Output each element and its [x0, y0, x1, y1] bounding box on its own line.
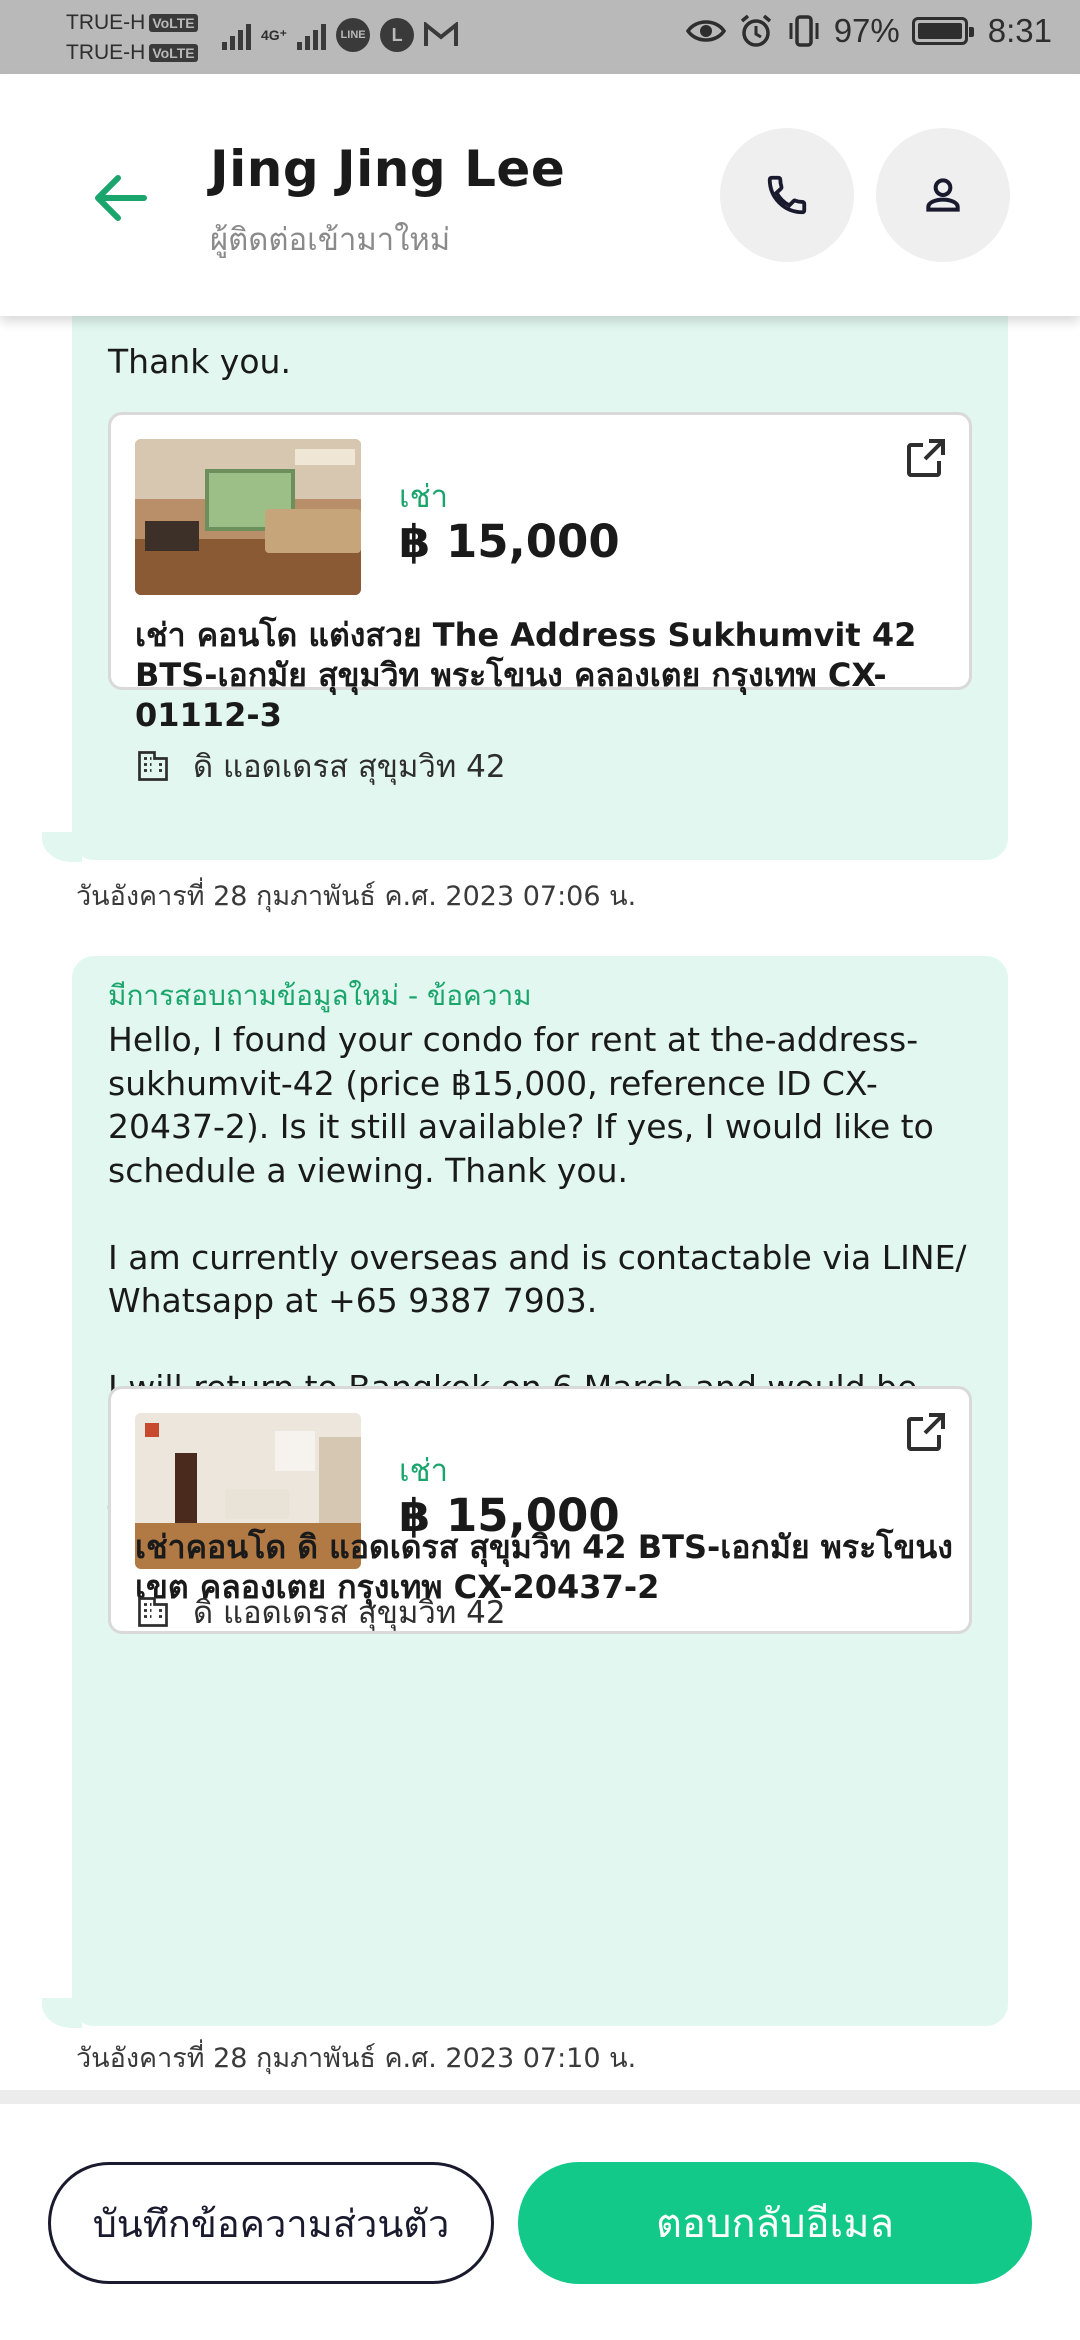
message-bubble: มีการสอบถามข้อมูลใหม่ - ข้อความ Hello, I… — [72, 956, 1008, 2026]
signal-icon — [222, 20, 251, 50]
status-right: 97% 8:31 — [685, 12, 1052, 50]
message-bubble: Thank you. เช่า ฿ 15,000 เช่า คอนโด แต่ง… — [72, 316, 1008, 860]
action-footer: บันทึกข้อความส่วนตัว ตอบกลับอีเมล — [0, 2090, 1080, 2340]
project-name: ดิ แอดเดรส สุขุมวิท 42 — [193, 749, 506, 785]
project-name: ดิ แอดเดรส สุขุมวิท 42 — [193, 1595, 506, 1631]
person-icon — [926, 178, 960, 212]
carrier-2-label: TRUE-H — [66, 41, 146, 64]
message-text: Thank you. — [108, 342, 291, 381]
clock: 8:31 — [987, 12, 1052, 49]
listing-price: ฿ 15,000 — [399, 515, 620, 568]
listing-title: เช่า คอนโด แต่งสวย The Address Sukhumvit… — [135, 616, 917, 734]
l-app-icon: L — [380, 18, 415, 52]
listing-card[interactable]: เช่า ฿ 15,000 เช่าคอนโด ดิ แอดเดรส สุขุม… — [108, 1386, 972, 1634]
volte-badge: VoLTE — [149, 44, 198, 62]
signal-area: 4G⁺ LINE L — [222, 18, 459, 52]
contact-status: ผู้ติดต่อเข้ามาใหม่ — [210, 222, 451, 258]
message-timestamp: วันอังคารที่ 28 กุมภาพันธ์ ค.ศ. 2023 07:… — [76, 881, 637, 912]
listing-type: เช่า — [399, 479, 449, 515]
bubble-tail — [42, 832, 82, 862]
chat-header: Jing Jing Lee ผู้ติดต่อเข้ามาใหม่ — [0, 74, 1080, 316]
profile-button[interactable] — [876, 128, 1010, 262]
vibrate-icon — [789, 15, 819, 47]
listing-thumbnail — [135, 439, 361, 595]
eye-icon — [685, 20, 726, 42]
message-title: มีการสอบถามข้อมูลใหม่ - ข้อความ — [108, 979, 532, 1012]
call-button[interactable] — [720, 128, 854, 262]
battery-icon — [911, 17, 974, 45]
carrier-1-label: TRUE-H — [66, 11, 146, 34]
phone-icon — [767, 175, 807, 215]
carrier-info: TRUE-H VoLTE TRUE-H VoLTE — [66, 8, 198, 68]
gmail-icon — [424, 22, 459, 46]
line-icon: LINE — [336, 18, 371, 52]
building-icon — [138, 751, 168, 781]
network-type-label: 4G⁺ — [261, 26, 288, 43]
listing-project: ดิ แอดเดรส สุขุมวิท 42 — [135, 741, 506, 791]
signal-icon — [297, 20, 327, 50]
open-external-icon[interactable] — [901, 1409, 949, 1457]
alarm-icon — [740, 14, 771, 47]
open-external-icon[interactable] — [901, 435, 949, 483]
building-icon — [138, 1597, 168, 1627]
arrow-left-icon — [95, 175, 147, 221]
message-timestamp: วันอังคารที่ 28 กุมภาพันธ์ ค.ศ. 2023 07:… — [76, 2043, 637, 2074]
private-note-button[interactable]: บันทึกข้อความส่วนตัว — [48, 2162, 494, 2284]
listing-card[interactable]: เช่า ฿ 15,000 เช่า คอนโด แต่งสวย The Add… — [108, 412, 972, 785]
bubble-tail — [42, 1998, 82, 2028]
reply-email-button[interactable]: ตอบกลับอีเมล — [518, 2162, 1032, 2284]
battery-percent: 97% — [833, 12, 900, 49]
contact-name: Jing Jing Lee — [210, 140, 566, 198]
listing-project: ดิ แอดเดรส สุขุมวิท 42 — [135, 1587, 506, 1637]
volte-badge: VoLTE — [149, 14, 198, 32]
back-button[interactable] — [84, 162, 156, 234]
status-bar: TRUE-H VoLTE TRUE-H VoLTE 4G⁺ LINE L 97% 8… — [0, 0, 1080, 74]
chat-thread[interactable]: Thank you. เช่า ฿ 15,000 เช่า คอนโด แต่ง… — [0, 316, 1080, 2090]
listing-type: เช่า — [399, 1453, 449, 1489]
